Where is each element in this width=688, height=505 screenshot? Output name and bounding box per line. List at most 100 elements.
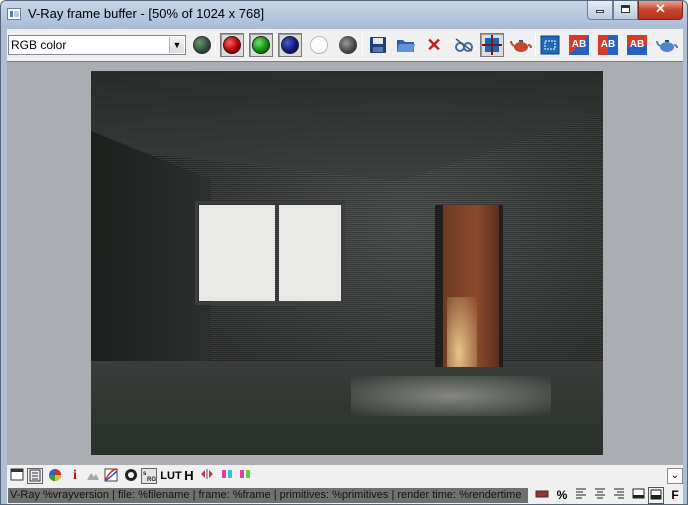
curve-button[interactable]: [103, 468, 119, 484]
render-door-light: [447, 297, 477, 367]
align-right-button[interactable]: [611, 487, 627, 504]
red-x-icon: ✕: [426, 35, 442, 55]
panel-icon: [632, 488, 644, 499]
load-image-button[interactable]: [394, 33, 418, 57]
crosshair-icon: [482, 35, 502, 55]
lens-effects-button[interactable]: [85, 468, 101, 484]
close-icon: ✕: [655, 1, 666, 16]
compare-ab-horizontal-button[interactable]: AB: [567, 33, 591, 57]
render-last-button[interactable]: [509, 33, 533, 57]
chevron-down-icon[interactable]: ▼: [169, 37, 184, 53]
stamp-font-button[interactable]: [534, 487, 550, 504]
channel-select[interactable]: RGB color ▼: [8, 35, 186, 55]
lut-button[interactable]: LUT: [160, 468, 182, 484]
align-left-button[interactable]: [573, 487, 589, 504]
align-center-icon: [595, 488, 605, 499]
vray-frame-buffer-window: V-Ray frame buffer - [50% of 1024 x 768]…: [0, 0, 688, 505]
percent-icon: %: [556, 488, 568, 502]
floppy-disk-icon: [370, 37, 386, 53]
render-teapot-icon: [656, 40, 678, 52]
region-render-button[interactable]: [538, 33, 562, 57]
stamp-variables-button[interactable]: %: [554, 487, 570, 504]
green-channel-button[interactable]: [249, 33, 273, 57]
flip-icon: [201, 469, 213, 479]
srgb-button[interactable]: s RGB: [141, 468, 161, 484]
top-toolbar: RGB color ▼ ✕ AB AB AB: [7, 29, 683, 61]
srgb-icon: s RGB: [142, 469, 161, 483]
rgb-channels-icon: [193, 36, 211, 54]
render-floor-light: [351, 376, 551, 416]
compare-ab-vertical-button[interactable]: AB: [625, 33, 649, 57]
align-right-icon: [614, 488, 624, 499]
color-correction-button[interactable]: [47, 468, 63, 484]
window-icon: [10, 468, 24, 481]
render-window-pane-left: [199, 205, 275, 301]
svg-text:RGB: RGB: [147, 477, 156, 483]
levels-button[interactable]: [27, 468, 43, 484]
stereo-green-icon: [240, 470, 250, 478]
levels-icon: [29, 469, 41, 482]
color-palette-icon: [49, 469, 61, 481]
info-icon: i: [73, 468, 77, 483]
expand-panel-button[interactable]: ⌄: [667, 468, 683, 484]
panel-bottom-icon: [650, 489, 662, 500]
render-window-pane-right: [279, 205, 341, 301]
compare-ab-button[interactable]: AB: [596, 33, 620, 57]
minimize-icon: [596, 10, 604, 13]
curve-icon: [104, 468, 118, 482]
flip-horizontal-button[interactable]: [199, 468, 215, 484]
render-stamp-field[interactable]: V-Ray %vrayversion | file: %filename | f…: [8, 488, 528, 503]
render-viewport[interactable]: [7, 61, 683, 465]
lut-icon: LUT: [160, 470, 182, 482]
show-corrections-button[interactable]: [9, 468, 25, 484]
alpha-channel-button[interactable]: [307, 33, 331, 57]
red-channel-button[interactable]: [220, 33, 244, 57]
rendered-image[interactable]: [91, 71, 603, 455]
track-mouse-button[interactable]: [480, 33, 504, 57]
title-bar[interactable]: V-Ray frame buffer - [50% of 1024 x 768]…: [1, 1, 687, 28]
monochrome-icon: [339, 36, 357, 54]
app-icon[interactable]: [7, 8, 21, 20]
ab-vertical-icon: AB: [627, 35, 647, 55]
display-rgb-channels-button[interactable]: [190, 33, 214, 57]
ab-horizontal-icon: AB: [569, 35, 589, 55]
chevron-down-icon: ⌄: [670, 470, 680, 481]
save-image-button[interactable]: [366, 33, 390, 57]
align-left-icon: [576, 488, 586, 499]
align-center-button[interactable]: [592, 487, 608, 504]
monochrome-button[interactable]: [336, 33, 360, 57]
bottom-toolbar: i s RG LUT H ⌄: [7, 465, 683, 487]
alpha-channel-icon: [310, 36, 328, 54]
bold-icon: F: [671, 488, 679, 502]
channel-select-value: RGB color: [11, 38, 67, 52]
red-channel-icon: [223, 36, 241, 54]
stamp-apply-button[interactable]: [648, 487, 664, 504]
stamp-bold-button[interactable]: F: [667, 487, 683, 504]
render-button[interactable]: [655, 33, 679, 57]
open-folder-icon: [397, 40, 415, 52]
histogram-icon: H: [184, 468, 194, 483]
stamp-toggle-button[interactable]: [630, 487, 646, 504]
ab-icon: AB: [598, 35, 618, 55]
pixel-info-button[interactable]: i: [67, 468, 83, 484]
stereo-red-cyan-button[interactable]: [219, 468, 235, 484]
duplicate-icon: [455, 38, 473, 52]
window-title: V-Ray frame buffer - [50% of 1024 x 768]: [28, 6, 265, 21]
font-icon: [535, 490, 549, 498]
clear-image-button[interactable]: ✕: [422, 33, 446, 57]
maximize-button[interactable]: [613, 1, 638, 20]
exposure-button[interactable]: [123, 468, 139, 484]
duplicate-to-max-fb-button[interactable]: [452, 33, 476, 57]
stereo-green-magenta-button[interactable]: [237, 468, 253, 484]
maximize-icon: [621, 5, 630, 13]
exposure-icon: [125, 469, 137, 481]
blue-channel-icon: [281, 36, 299, 54]
green-channel-icon: [252, 36, 270, 54]
teapot-icon: [510, 40, 532, 52]
blue-channel-button[interactable]: [278, 33, 302, 57]
landscape-icon: [87, 473, 99, 480]
close-button[interactable]: ✕: [638, 1, 683, 20]
stereo-icon: [222, 470, 232, 478]
minimize-button[interactable]: [587, 1, 613, 20]
histogram-button[interactable]: H: [181, 468, 197, 484]
